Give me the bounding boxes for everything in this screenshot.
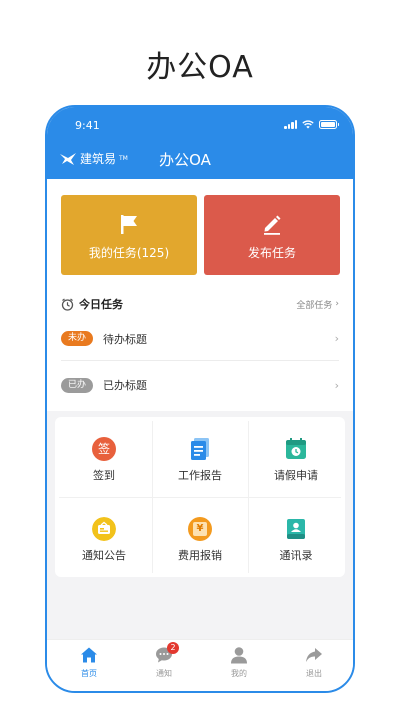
flag-icon <box>121 215 137 234</box>
grid-item-sign-in[interactable]: 签 签到 <box>56 417 152 497</box>
tab-logout[interactable]: 退出 <box>284 646 344 679</box>
status-badge-done: 已办 <box>61 377 93 393</box>
report-icon <box>191 438 209 460</box>
chevron-right-icon: › <box>334 332 339 345</box>
clock-icon <box>61 298 74 311</box>
tab-label: 退出 <box>306 669 322 678</box>
status-time: 9:41 <box>75 119 100 132</box>
wifi-icon <box>302 120 314 129</box>
status-badge-pending: 未办 <box>61 331 93 346</box>
grid-label: 费用报销 <box>178 549 222 562</box>
publish-task-button[interactable]: 发布任务 <box>204 195 340 275</box>
grid-item-leave-request[interactable]: 请假申请 <box>248 417 344 497</box>
all-tasks-text: 全部任务 <box>296 300 333 311</box>
tab-profile[interactable]: 我的 <box>209 646 269 679</box>
tab-label: 我的 <box>231 669 247 678</box>
sign-in-icon: 签 <box>92 437 116 461</box>
task-row-pending[interactable]: 未办 待办标题 › <box>61 317 339 361</box>
tab-label: 首页 <box>81 669 97 678</box>
edit-icon <box>264 215 281 235</box>
grid-label: 签到 <box>93 469 115 482</box>
my-tasks-button[interactable]: 我的任务(125) <box>61 195 197 275</box>
publish-task-label: 发布任务 <box>247 246 296 260</box>
tab-home[interactable]: 首页 <box>59 646 119 679</box>
notice-icon <box>92 517 116 541</box>
battery-icon <box>319 120 339 129</box>
home-icon <box>81 647 97 663</box>
grid-item-contacts[interactable]: 通讯录 <box>248 497 344 577</box>
share-icon <box>306 648 322 662</box>
notification-badge: 2 <box>167 642 179 654</box>
chevron-right-icon: › <box>335 299 339 309</box>
my-tasks-label: 我的任务(125) <box>88 246 170 260</box>
task-row-done[interactable]: 已办 已办标题 › <box>61 363 339 407</box>
app-title: 办公OA <box>159 151 211 169</box>
today-title-text: 今日任务 <box>79 298 123 311</box>
phone-frame: 9:41 建筑易 TM 办公OA 我的任务(125) 发布任务 今日任务 全部任… <box>45 105 355 693</box>
grid-label: 请假申请 <box>274 469 318 482</box>
status-icons <box>284 120 339 129</box>
bottom-tab-bar: 首页 2 通知 我的 退出 <box>47 639 353 691</box>
user-icon <box>231 647 247 664</box>
today-header: 今日任务 全部任务 › <box>61 295 339 313</box>
contacts-icon <box>287 519 305 539</box>
today-title: 今日任务 <box>61 296 123 312</box>
signal-icon <box>284 120 297 129</box>
grid-item-notice[interactable]: 通知公告 <box>56 497 152 577</box>
top-bar: 9:41 建筑易 TM 办公OA <box>47 107 353 179</box>
grid-label: 通讯录 <box>279 549 313 562</box>
tab-label: 通知 <box>156 669 172 678</box>
task-section: 我的任务(125) 发布任务 今日任务 全部任务 › 未办 待办标题 › 已办 … <box>47 179 353 411</box>
leave-icon <box>286 438 306 459</box>
all-tasks-link[interactable]: 全部任务 › <box>296 298 339 311</box>
grid-item-expense[interactable]: ¥ 费用报销 <box>152 497 248 577</box>
chat-icon: 2 <box>155 642 179 664</box>
page-heading: 办公OA <box>146 50 254 85</box>
grid-label: 工作报告 <box>178 469 222 482</box>
expense-icon: ¥ <box>188 517 212 541</box>
tab-notify[interactable]: 2 通知 <box>134 642 194 679</box>
chevron-right-icon: › <box>334 378 339 392</box>
grid-label: 通知公告 <box>82 549 126 562</box>
function-grid: 签 签到 工作报告 请假申请 通知公告 ¥ 费用报销 通讯录 <box>55 417 345 577</box>
task-title: 已办标题 <box>103 379 147 392</box>
grid-item-work-report[interactable]: 工作报告 <box>152 417 248 497</box>
task-title: 待办标题 <box>103 332 147 346</box>
